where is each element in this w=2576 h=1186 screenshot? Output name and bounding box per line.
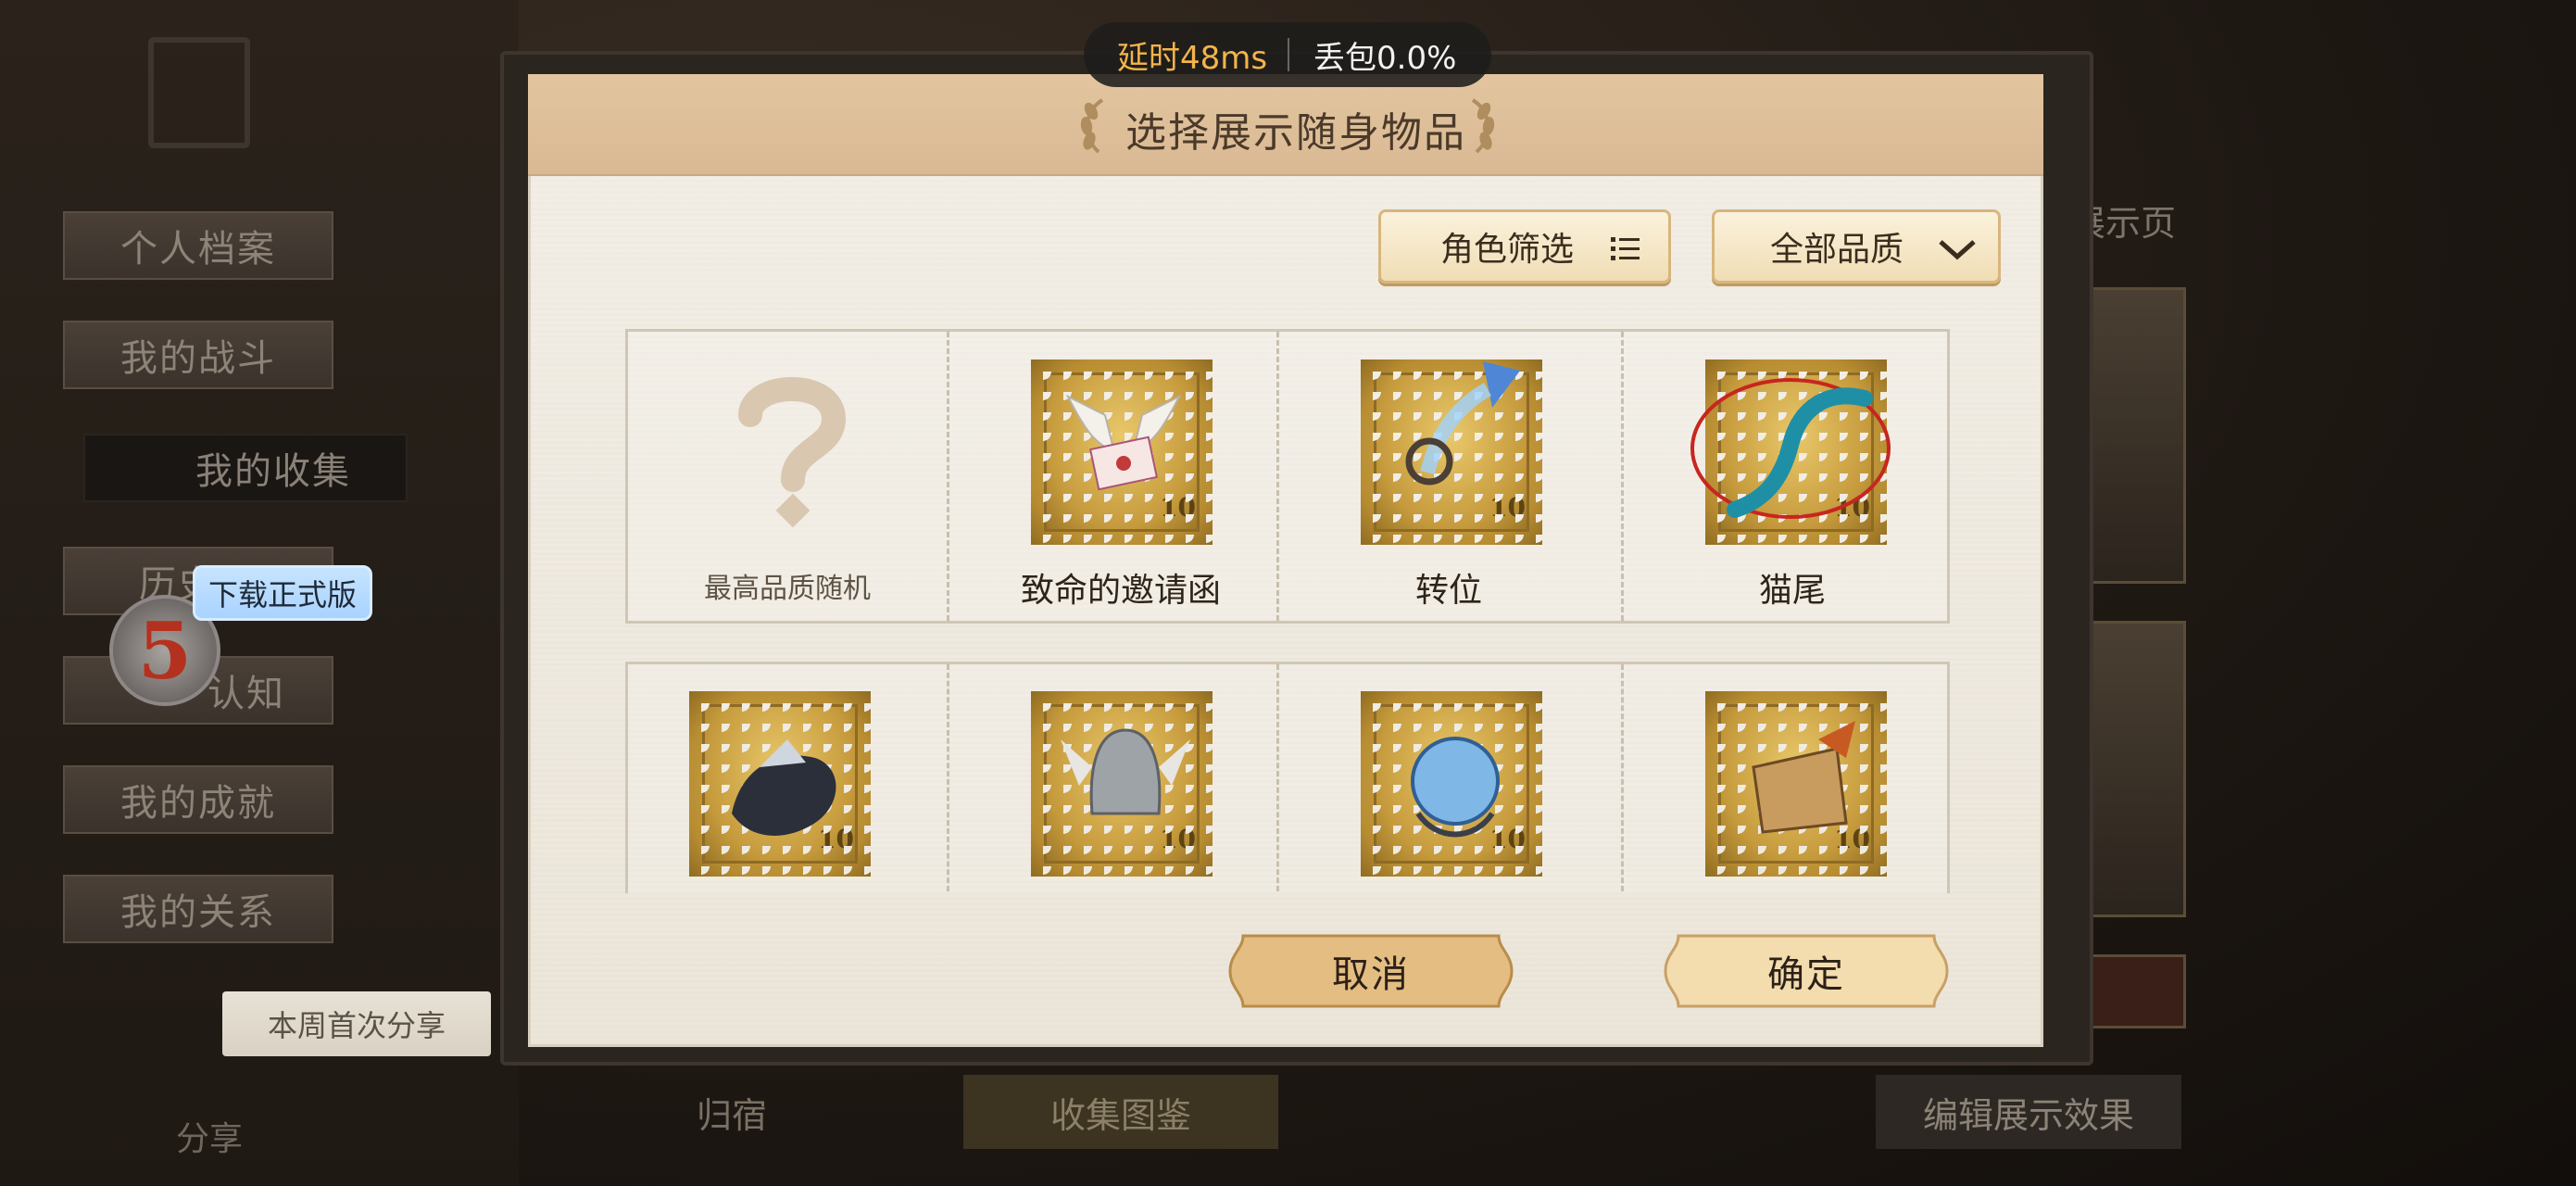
cancel-button[interactable]: 取消 (1225, 930, 1517, 1012)
packet-loss-text: 丢包0.0% (1313, 39, 1457, 77)
network-status: 延时48ms 丢包0.0% (1084, 22, 1491, 87)
cancel-label: 取消 (1332, 953, 1410, 996)
item-cell-orb[interactable]: 10 (1279, 665, 1618, 891)
edit-display-button[interactable]: 编辑展示效果 (1876, 1075, 2181, 1149)
download-badge[interactable]: 下载正式版 (193, 565, 372, 621)
bg-card (2084, 954, 2186, 1028)
sidebar-item-label: 我的收集 (195, 450, 351, 493)
dialog-title: 选择展示随身物品 (1125, 109, 1466, 157)
sidebar-item-profile[interactable]: 个人档案 (63, 211, 333, 280)
laurel-left-icon (1080, 98, 1104, 154)
tab-home[interactable]: 归宿 (574, 1075, 889, 1149)
exit-door-icon[interactable] (148, 37, 250, 148)
quality-filter-label: 全部品质 (1770, 231, 1904, 269)
role-filter-button[interactable]: 角色筛选 (1378, 209, 1671, 284)
item-cell-helmet[interactable]: 10 (949, 665, 1274, 891)
quality-filter-dropdown[interactable]: 全部品质 (1712, 209, 2001, 284)
laurel-right-icon (1471, 98, 1495, 154)
tab-collection-guide[interactable]: 收集图鉴 (963, 1075, 1278, 1149)
beast-figure-icon (732, 739, 836, 836)
list-icon (1611, 237, 1640, 260)
confirm-button[interactable]: 确定 (1660, 930, 1953, 1012)
share-label[interactable]: 分享 (176, 1112, 243, 1160)
latency-text: 延时48ms (1117, 39, 1268, 77)
crystal-shard-icon (1405, 361, 1520, 486)
sidebar-item-relations[interactable]: 我的关系 (63, 875, 333, 943)
winged-letter-icon (1065, 394, 1182, 491)
chevron-down-icon (1939, 240, 1976, 260)
sidebar-item-collection[interactable]: 我的收集 (83, 434, 408, 502)
sidebar-item-achievements[interactable]: 我的成就 (63, 765, 333, 834)
item-cell-scroll[interactable]: 10 (1624, 665, 1948, 891)
item-label: 最高品质随机 (704, 573, 871, 605)
item-label: 致命的邀请函 (1020, 572, 1221, 610)
question-mark-icon (738, 377, 847, 528)
confirm-label: 确定 (1767, 953, 1845, 996)
role-filter-label: 角色筛选 (1440, 231, 1575, 269)
blue-orb-icon (1411, 737, 1500, 838)
sidebar-item-battles[interactable]: 我的战斗 (63, 321, 333, 389)
item-label: 猫尾 (1758, 572, 1826, 610)
item-cell-beast[interactable]: 10 (630, 665, 945, 891)
avatar-glyph: 5 (137, 604, 193, 697)
bg-card (2084, 621, 2186, 917)
cat-tail-icon (1690, 378, 1891, 519)
item-label: 转位 (1414, 572, 1482, 610)
bg-card (2084, 287, 2186, 584)
share-tag[interactable]: 本周首次分享 (222, 991, 491, 1056)
winged-helmet-icon (1061, 728, 1190, 815)
scroll-icon (1752, 721, 1855, 834)
